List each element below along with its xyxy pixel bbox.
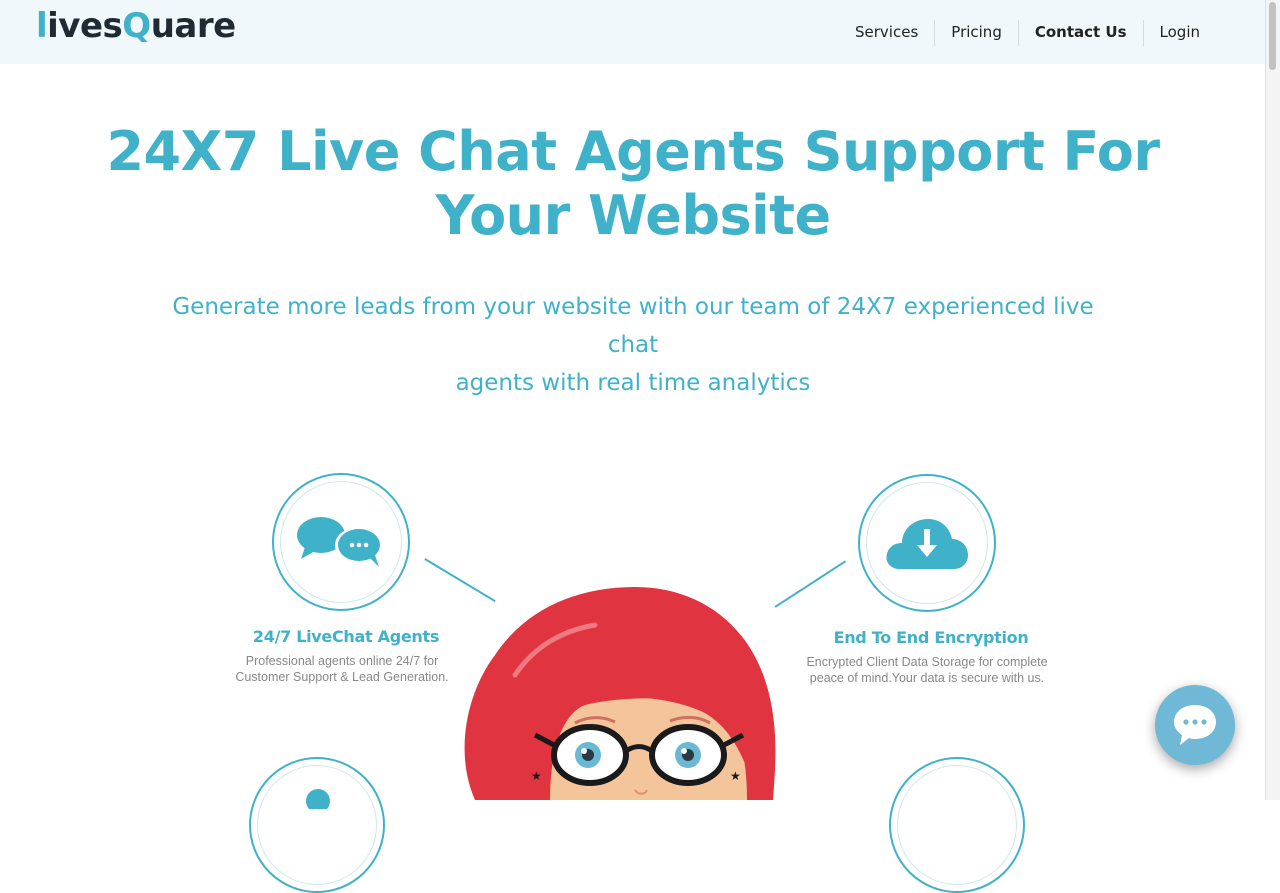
hero-subtitle: Generate more leads from your website wi…: [166, 288, 1100, 402]
feature-circle-bottom-right: [889, 757, 1025, 893]
site-logo[interactable]: livesQuare: [36, 6, 236, 46]
live-chat-widget-button[interactable]: [1155, 685, 1235, 765]
livechat-feature-desc: Professional agents online 24/7 for Cust…: [235, 654, 449, 684]
hero-subtitle-line2: agents with real time analytics: [455, 370, 811, 396]
hero-title-line2: Your Website: [435, 184, 831, 247]
nav-services[interactable]: Services: [839, 20, 934, 46]
connector-line-right: [774, 560, 846, 608]
hero-title: 24X7 Live Chat Agents Support For Your W…: [0, 120, 1266, 248]
logo-text-uare: uare: [150, 6, 236, 46]
logo-letter-q: Q: [122, 6, 151, 46]
person-icon: [306, 789, 330, 809]
page-scrollbar[interactable]: [1265, 0, 1280, 800]
scrollbar-thumb[interactable]: [1269, 2, 1276, 70]
logo-text-ives: ives: [47, 6, 123, 46]
logo-letter-l: l: [36, 6, 48, 46]
hero-subtitle-line1: Generate more leads from your website wi…: [172, 294, 1094, 358]
svg-text:★: ★: [531, 769, 542, 783]
encryption-feature-circle: [858, 474, 996, 612]
agent-illustration: ★ ★: [464, 587, 776, 800]
chat-bubbles-icon: [297, 517, 383, 567]
svg-text:★: ★: [730, 769, 741, 783]
site-header: livesQuare Services Pricing Contact Us L…: [0, 0, 1266, 64]
nav-pricing[interactable]: Pricing: [934, 20, 1018, 46]
hero-title-line1: 24X7 Live Chat Agents Support For: [106, 120, 1160, 183]
encryption-feature-desc: Encrypted Client Data Storage for comple…: [806, 655, 1048, 685]
main-nav: Services Pricing Contact Us Login: [839, 20, 1216, 46]
nav-login[interactable]: Login: [1142, 20, 1216, 46]
cloud-download-icon: [886, 519, 968, 569]
feature-circle-bottom-left: [249, 757, 385, 893]
livechat-feature-title: 24/7 LiveChat Agents: [252, 627, 440, 646]
encryption-feature-title: End To End Encryption: [833, 628, 1029, 647]
nav-contact-us[interactable]: Contact Us: [1017, 20, 1143, 46]
livechat-feature-circle: [272, 473, 410, 611]
chat-dots-icon: [1174, 705, 1216, 745]
